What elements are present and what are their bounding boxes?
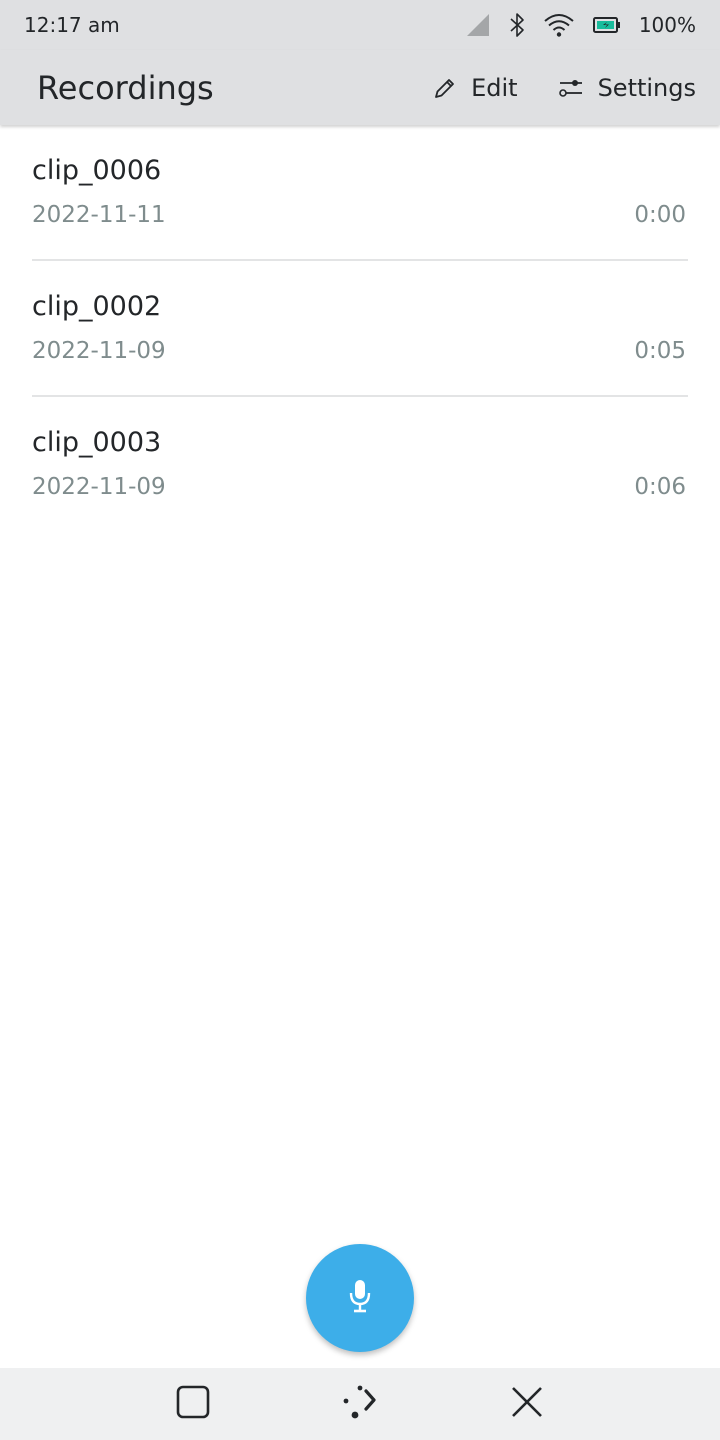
battery-percent: 100%: [638, 13, 696, 37]
record-button[interactable]: [306, 1244, 414, 1352]
home-button[interactable]: [330, 1374, 390, 1434]
close-button[interactable]: [497, 1374, 557, 1434]
recording-item[interactable]: clip_0002 2022-11-09 0:05: [0, 261, 720, 397]
microphone-icon: [346, 1278, 374, 1318]
recording-item[interactable]: clip_0003 2022-11-09 0:06: [0, 397, 720, 533]
recording-date: 2022-11-09: [32, 474, 166, 500]
recording-item[interactable]: clip_0006 2022-11-11 0:00: [0, 125, 720, 261]
wifi-icon: [543, 12, 575, 38]
app-header: Recordings Edit Settings: [0, 50, 720, 125]
page-title: Recordings: [37, 68, 214, 107]
battery-icon: [592, 16, 621, 34]
recording-duration: 0:06: [634, 474, 686, 500]
recording-date: 2022-11-09: [32, 338, 166, 364]
signal-icon: [465, 13, 491, 37]
recording-name: clip_0003: [32, 427, 162, 458]
pencil-icon: [433, 76, 457, 100]
edit-button[interactable]: Edit: [433, 73, 518, 102]
overview-icon: [176, 1385, 210, 1423]
home-icon: [342, 1384, 378, 1424]
recording-name: clip_0006: [32, 155, 162, 186]
navigation-bar: [0, 1368, 720, 1440]
status-bar: 12:17 am 100%: [0, 0, 720, 50]
bluetooth-icon: [509, 12, 525, 38]
app-window: 12:17 am 100% Recordings Edit Settings c…: [0, 0, 720, 1440]
recording-duration: 0:05: [634, 338, 686, 364]
close-icon: [510, 1385, 544, 1423]
settings-label: Settings: [597, 73, 696, 102]
recording-name: clip_0002: [32, 291, 162, 322]
recording-date: 2022-11-11: [32, 202, 166, 228]
status-time: 12:17 am: [24, 13, 120, 37]
status-icons: 100%: [465, 12, 696, 38]
recordings-list: clip_0006 2022-11-11 0:00 clip_0002 2022…: [0, 125, 720, 533]
edit-label: Edit: [471, 73, 518, 102]
settings-sliders-icon: [558, 76, 584, 100]
recording-duration: 0:00: [634, 202, 686, 228]
settings-button[interactable]: Settings: [558, 74, 696, 102]
overview-button[interactable]: [163, 1374, 223, 1434]
